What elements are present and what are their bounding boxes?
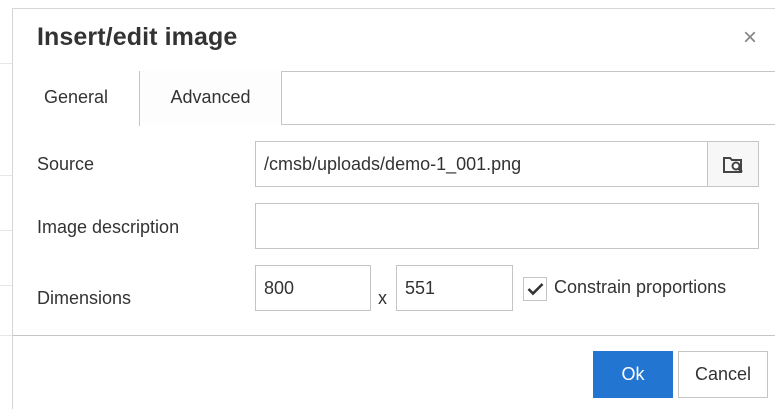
- browse-button[interactable]: [707, 141, 759, 187]
- ok-button[interactable]: Ok: [593, 351, 673, 398]
- close-icon[interactable]: ×: [737, 25, 763, 51]
- dialog-footer: Ok Cancel: [13, 335, 775, 409]
- tab-bar: General Advanced: [13, 71, 775, 126]
- background-page-edge: [0, 0, 12, 409]
- insert-image-dialog: Insert/edit image × General Advanced Sou…: [12, 8, 775, 409]
- dimension-separator: x: [378, 288, 387, 308]
- folder-search-icon: [723, 157, 743, 173]
- checkmark-icon: [527, 283, 544, 296]
- cancel-button[interactable]: Cancel: [678, 351, 768, 398]
- source-input[interactable]: [255, 141, 708, 187]
- height-input[interactable]: [396, 265, 513, 311]
- description-label: Image description: [37, 217, 180, 237]
- tab-advanced[interactable]: Advanced: [140, 71, 282, 125]
- image-description-input[interactable]: [255, 203, 759, 249]
- tab-general[interactable]: General: [13, 71, 140, 126]
- width-input[interactable]: [255, 265, 371, 311]
- source-label: Source: [37, 154, 95, 174]
- dialog-title: Insert/edit image: [37, 23, 238, 51]
- constrain-proportions-label[interactable]: Constrain proportions: [554, 277, 726, 298]
- dimensions-label: Dimensions: [37, 288, 132, 308]
- dialog-header: Insert/edit image ×: [13, 9, 775, 71]
- constrain-proportions-checkbox[interactable]: [523, 277, 547, 301]
